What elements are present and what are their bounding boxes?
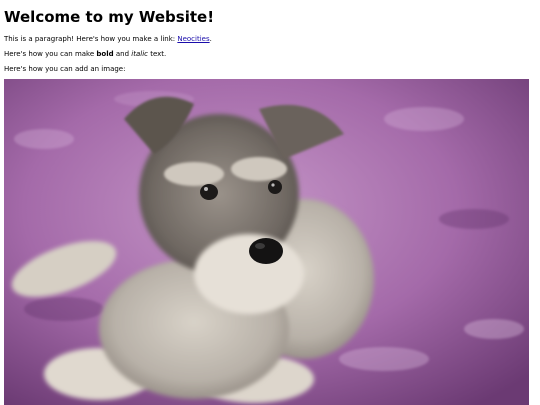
- puppy-image: [4, 79, 529, 405]
- puppy-left-eye: [200, 184, 218, 200]
- paragraph-image-intro: Here's how you can add an image:: [4, 65, 126, 73]
- paragraph-formatting: Here's how you can make bold and italic …: [4, 49, 166, 59]
- puppy-right-eye: [268, 180, 282, 194]
- paragraph-formatting-end: text.: [147, 50, 167, 58]
- page-heading: Welcome to my Website!: [4, 8, 215, 26]
- paragraph-formatting-and: and: [113, 50, 132, 58]
- puppy-illustration: [4, 79, 529, 405]
- neocities-link[interactable]: Neocities: [177, 35, 209, 43]
- paragraph-link: This is a paragraph! Here's how you make…: [4, 34, 212, 44]
- paragraph-link-end: .: [209, 35, 212, 43]
- puppy-nose: [249, 238, 283, 264]
- bold-text: bold: [96, 50, 114, 58]
- paragraph-formatting-text: Here's how you can make: [4, 50, 97, 58]
- puppy-eyebrow-left: [164, 162, 224, 186]
- paragraph-link-text: This is a paragraph! Here's how you make…: [4, 35, 178, 43]
- puppy-beard: [194, 234, 304, 314]
- puppy-eyebrow-right: [231, 157, 287, 181]
- italic-text: italic: [131, 50, 148, 58]
